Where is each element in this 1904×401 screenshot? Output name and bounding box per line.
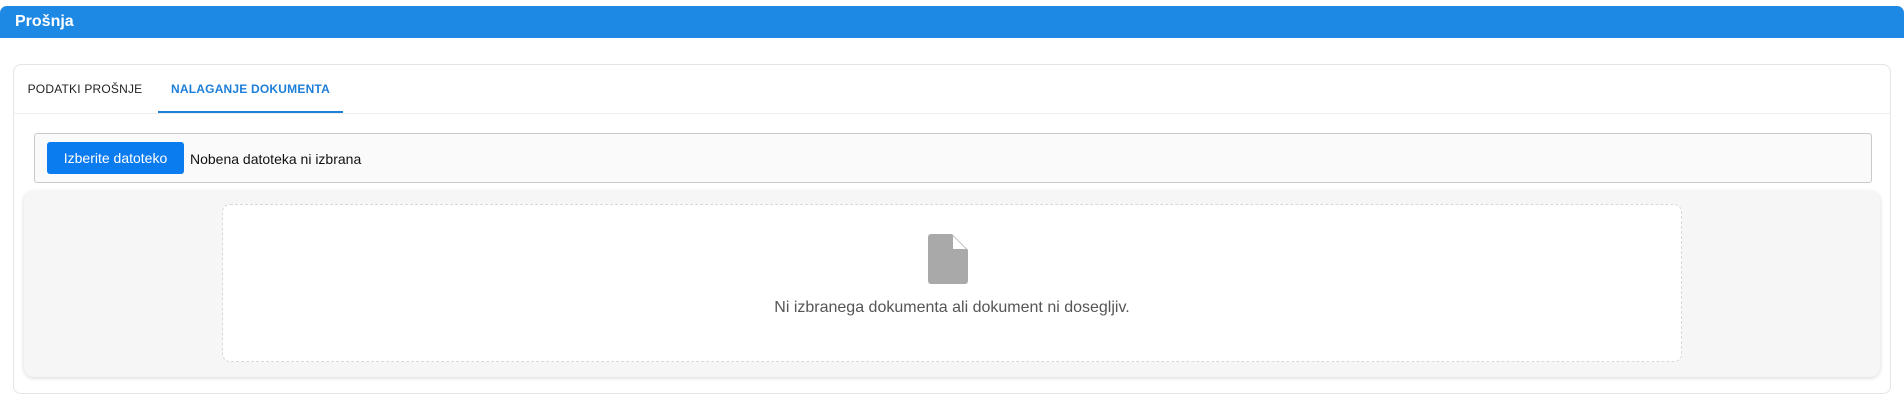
choose-file-button[interactable]: Izberite datoteko [47,142,184,174]
request-panel: Prošnja PODATKI PROŠNJE NALAGANJE DOKUME… [0,6,1904,401]
tab-document-upload[interactable]: NALAGANJE DOKUMENTA [158,65,343,113]
document-viewer: Ni izbranega dokumenta ali dokument ni d… [24,191,1880,377]
tab-bar: PODATKI PROŠNJE NALAGANJE DOKUMENTA [14,65,1890,114]
file-input[interactable]: Izberite datoteko Nobena datoteka ni izb… [34,133,1872,183]
document-placeholder: Ni izbranega dokumenta ali dokument ni d… [222,204,1682,362]
document-icon [928,234,968,284]
panel-body: PODATKI PROŠNJE NALAGANJE DOKUMENTA Izbe… [0,38,1904,401]
empty-document-message: Ni izbranega dokumenta ali dokument ni d… [774,299,1130,316]
tab-request-data[interactable]: PODATKI PROŠNJE [14,65,156,113]
tab-card: PODATKI PROŠNJE NALAGANJE DOKUMENTA Izbe… [13,64,1891,394]
file-status-text: Nobena datoteka ni izbrana [190,151,362,167]
panel-title: Prošnja [0,6,1904,38]
